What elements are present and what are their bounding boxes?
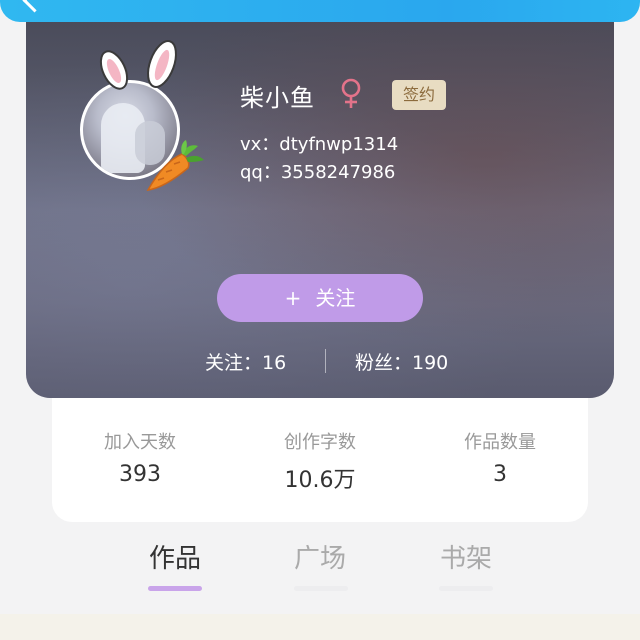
tab-works-indicator xyxy=(148,586,202,591)
wechat-id: vx：dtyfnwp1314 xyxy=(240,134,399,155)
plus-icon: + xyxy=(284,286,302,310)
stat-word-count: 创作字数 10.6万 xyxy=(240,428,400,494)
signed-badge: 签约 xyxy=(392,80,446,110)
stat-label: 作品数量 xyxy=(464,432,536,453)
bunny-ears-icon xyxy=(99,40,177,90)
qq-id: qq：3558247986 xyxy=(240,162,396,183)
header-bar xyxy=(0,0,640,22)
stat-works-count: 作品数量 3 xyxy=(420,428,580,487)
tab-square-indicator xyxy=(294,586,348,591)
stat-join-days: 加入天数 393 xyxy=(60,428,220,487)
stat-value: 10.6万 xyxy=(284,468,356,493)
tab-bookshelf-indicator xyxy=(439,586,493,591)
back-arrow-icon[interactable] xyxy=(22,0,47,13)
follow-button[interactable]: + 关注 xyxy=(217,274,423,322)
follow-button-label: 关注 xyxy=(315,286,356,310)
stat-label: 创作字数 xyxy=(284,432,356,453)
user-name: 柴小鱼 xyxy=(240,84,315,112)
fans-count[interactable]: 粉丝：190 xyxy=(355,348,448,375)
profile-page: 柴小鱼 签约 vx：dtyfnwp1314 qq：3558247986 + 关注 … xyxy=(0,0,640,640)
content-area xyxy=(0,614,640,640)
female-icon xyxy=(341,78,361,108)
stats-card: 加入天数 393 创作字数 10.6万 作品数量 3 xyxy=(52,398,588,522)
stat-divider xyxy=(325,349,326,373)
tab-square[interactable]: 广场 xyxy=(270,538,370,575)
stat-value: 3 xyxy=(493,462,507,487)
tab-works[interactable]: 作品 xyxy=(125,538,225,575)
stat-label: 加入天数 xyxy=(104,432,176,453)
tab-bookshelf[interactable]: 书架 xyxy=(416,538,516,575)
carrot-icon xyxy=(146,140,204,191)
stat-value: 393 xyxy=(119,462,161,487)
following-count[interactable]: 关注：16 xyxy=(205,348,286,375)
